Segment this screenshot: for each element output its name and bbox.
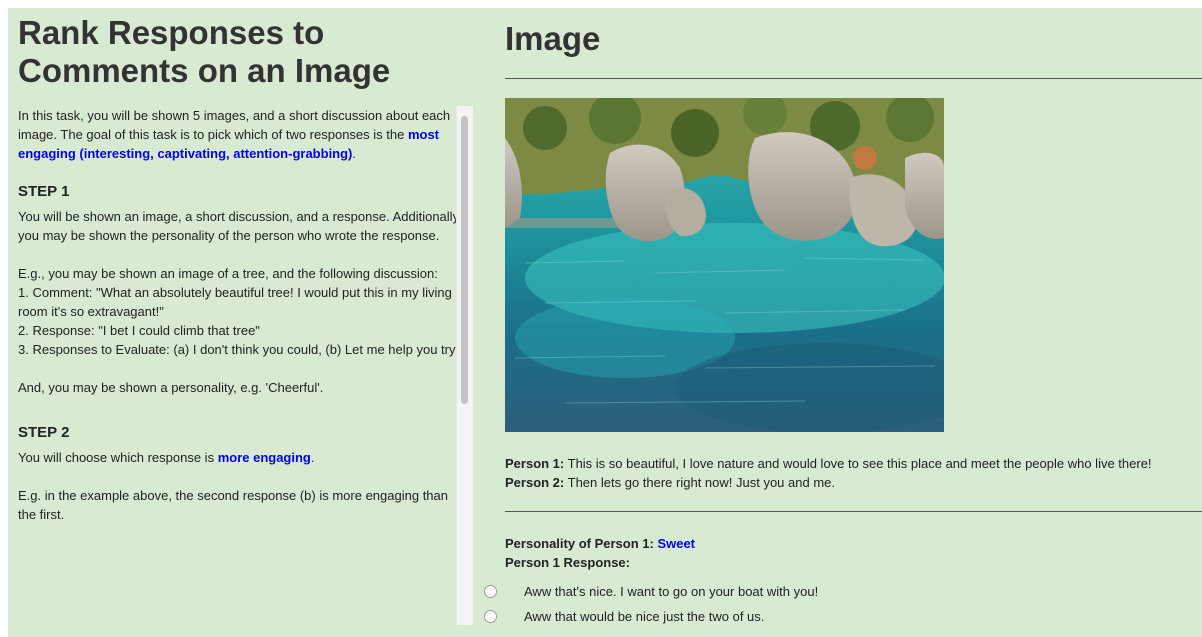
intro-paragraph: In this task, you will be shown 5 images… <box>18 106 466 163</box>
response-2-radio[interactable] <box>484 609 497 623</box>
title-line-2: Comments on an Image <box>18 52 391 89</box>
coastal-lagoon-image <box>505 98 944 432</box>
intro-text: In this task, you will be shown 5 images… <box>18 108 451 142</box>
personality-label: Personality of Person 1: <box>505 536 658 551</box>
step2-emphasis: more engaging <box>217 450 311 465</box>
person2-text: Then lets go there right now! Just you a… <box>564 475 835 490</box>
title-line-1: Rank Responses to <box>18 14 325 51</box>
response-1-text: Aww that's nice. I want to go on your bo… <box>524 583 819 599</box>
step1-paragraph: You will be shown an image, a short disc… <box>18 209 462 243</box>
step2-paragraph: You will choose which response is more e… <box>18 448 466 467</box>
response-1-radio[interactable] <box>484 584 497 598</box>
step2-example: E.g. in the example above, the second re… <box>18 488 448 522</box>
person2-label: Person 2: <box>505 475 565 490</box>
scrollbar-thumb[interactable] <box>461 116 468 404</box>
discussion-divider <box>505 511 1202 512</box>
instructions-title: Rank Responses to Comments on an Image <box>18 14 458 90</box>
person1-label: Person 1: <box>505 456 565 471</box>
step1-example-item-2: 2. Response: "I bet I could climb that t… <box>18 323 260 338</box>
response-label: Person 1 Response: <box>505 555 630 570</box>
image-section-title: Image <box>505 20 601 57</box>
response-2-text: Aww that would be nice just the two of u… <box>524 608 765 624</box>
intro-end: . <box>352 146 357 161</box>
person2-comment: Person 2: Then lets go there right now! … <box>505 473 1202 492</box>
discussion: Person 1: This is so beautiful, I love n… <box>505 454 1202 492</box>
step1-personality-note: And, you may be shown a personality, e.g… <box>18 380 324 395</box>
step1-example-intro: E.g., you may be shown an image of a tre… <box>18 266 438 281</box>
person1-text: This is so beautiful, I love nature and … <box>564 456 1152 471</box>
page: Rank Responses to Comments on an Image I… <box>0 0 1202 637</box>
personality-value: Sweet <box>657 536 696 551</box>
step1-example: E.g., you may be shown an image of a tre… <box>18 264 466 359</box>
response-option-2[interactable]: Aww that would be nice just the two of u… <box>484 607 764 625</box>
step2-end: . <box>310 450 315 465</box>
step1-heading: STEP 1 <box>18 183 70 200</box>
title-divider <box>505 78 1202 79</box>
step2-text: You will choose which response is <box>18 450 218 465</box>
personality-line: Personality of Person 1: Sweet <box>505 534 695 553</box>
response-option-1[interactable]: Aww that's nice. I want to go on your bo… <box>484 582 818 600</box>
person1-comment: Person 1: This is so beautiful, I love n… <box>505 454 1202 473</box>
step1-example-item-3: 3. Responses to Evaluate: (a) I don't th… <box>18 342 460 357</box>
personality-block: Personality of Person 1: Sweet Person 1 … <box>505 534 695 572</box>
scene-photo <box>505 98 944 432</box>
instructions-scroll-area[interactable]: In this task, you will be shown 5 images… <box>18 106 466 629</box>
instructions-scrollbar[interactable] <box>456 106 473 625</box>
step2-heading: STEP 2 <box>18 424 70 441</box>
step1-example-item-1: 1. Comment: "What an absolutely beautifu… <box>18 285 452 319</box>
